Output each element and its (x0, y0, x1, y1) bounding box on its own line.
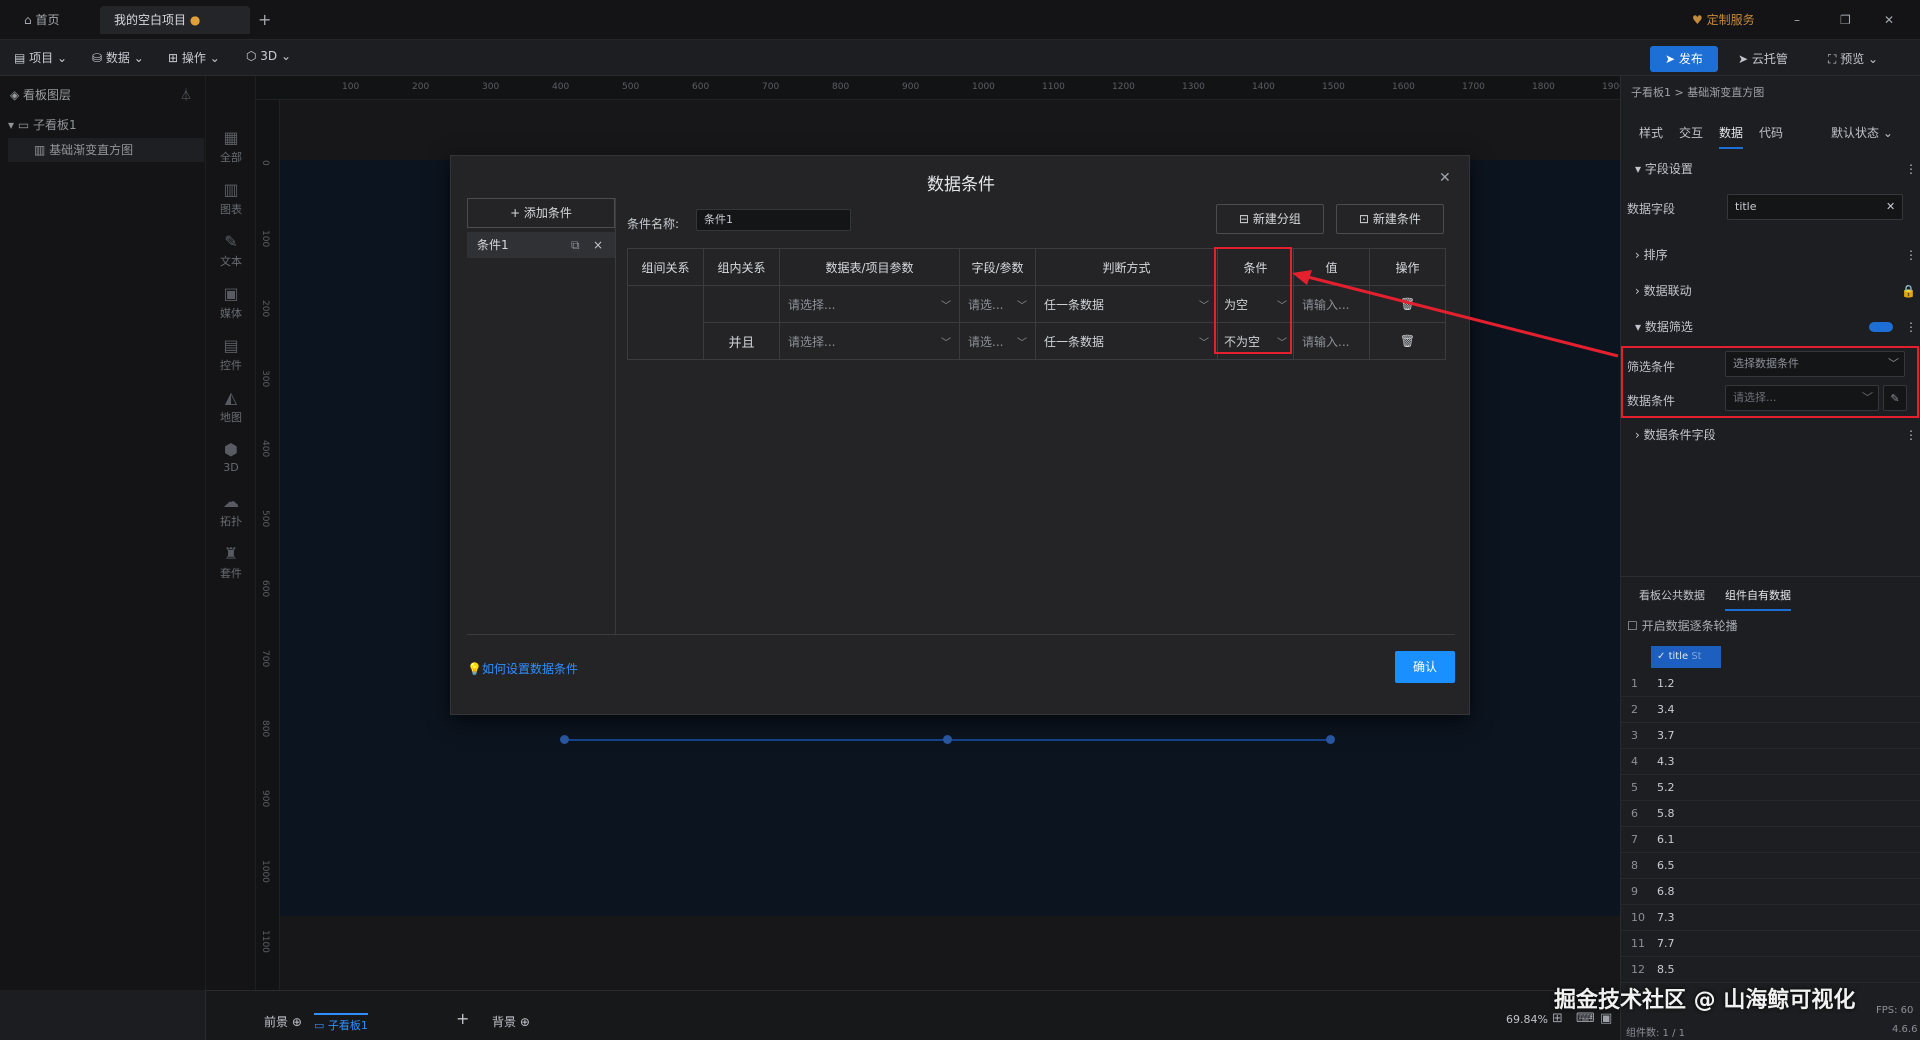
watermark: 掘金技术社区 @ 山海鲸可视化 (1554, 988, 1856, 1013)
annotation-arrow (1292, 270, 1619, 358)
